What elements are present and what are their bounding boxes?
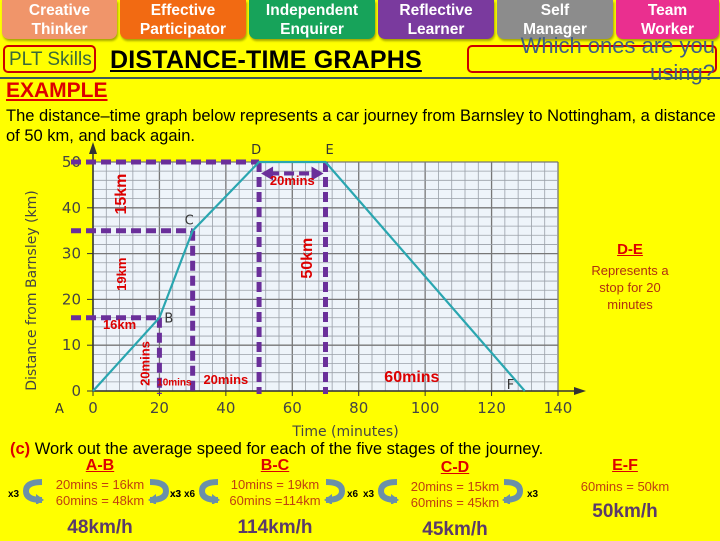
button-label: Effective — [150, 2, 216, 19]
question-number: (c) — [10, 440, 31, 458]
stage-line-1: 20mins = 15km — [410, 479, 500, 494]
x-tick-label: 20 — [150, 399, 169, 417]
title-divider — [0, 77, 720, 79]
stage-title: A-B — [85, 457, 115, 474]
x-tick-label: 40 — [216, 399, 235, 417]
stage-title: E-F — [612, 457, 638, 474]
x-tick-label: 0 — [88, 399, 98, 417]
curved-arrow-right-icon — [324, 479, 346, 504]
stage-line-1: 20mins = 16km — [55, 477, 145, 492]
button-label: Self — [540, 2, 570, 19]
page-title: DISTANCE-TIME GRAPHS — [110, 46, 422, 74]
x-tick-label: 120 — [477, 399, 506, 417]
y-tick-label: 20 — [62, 290, 81, 308]
stage-answer: 45km/h — [422, 519, 488, 540]
annotation-label: 60mins — [384, 369, 439, 386]
plt-creative-thinker-button[interactable]: Creative Thinker — [2, 0, 117, 39]
point-label-e: E — [326, 143, 334, 158]
annotation-label: 15km — [113, 174, 130, 215]
point-label-a: A — [55, 402, 64, 417]
point-label-c: C — [185, 214, 194, 229]
plt-skills-label-box: PLT Skills — [3, 45, 96, 73]
curved-arrow-left-icon — [22, 479, 44, 504]
annotation-label: 10mins — [157, 378, 192, 389]
annotation-label: 16km — [103, 317, 136, 332]
button-label: Creative — [28, 2, 91, 19]
button-label: Thinker — [31, 21, 88, 38]
multiplier-label: x3 — [170, 489, 182, 500]
x-tick-label: 140 — [544, 399, 573, 417]
de-note-title: D-E — [617, 241, 643, 258]
y-tick-label: 30 — [62, 245, 81, 263]
stage-title: C-D — [440, 459, 470, 476]
multiplier-label: x6 — [347, 489, 359, 500]
x-tick-label: 80 — [349, 399, 368, 417]
y-axis-title: Distance from Barnsley (km) — [24, 190, 40, 390]
point-label-d: D — [251, 143, 261, 158]
curved-arrow-left-icon — [377, 479, 399, 504]
stage-ef: E-F 60mins = 50km 50km/h — [565, 457, 685, 523]
button-label: Team — [647, 2, 688, 19]
y-axis-arrow-icon — [89, 142, 97, 154]
multiplier-label: x3 — [8, 489, 20, 500]
button-label: Participator — [139, 21, 227, 38]
stage-ab: A-B 20mins = 16km 60mins = 48km 48km/h — [40, 457, 160, 539]
button-label: Learner — [407, 21, 465, 38]
de-note-text: Represents a stop for 20 minutes — [591, 263, 669, 312]
stage-bc: B-C 10mins = 19km 60mins =114km 114km/h — [215, 457, 335, 539]
multiplier-label: x6 — [184, 489, 196, 500]
multiplier-label: x3 — [527, 489, 539, 500]
button-label: Independent — [265, 2, 359, 19]
example-heading: EXAMPLE — [6, 79, 108, 102]
plt-reflective-learner-button[interactable]: Reflective Learner — [378, 0, 494, 39]
plt-effective-participator-button[interactable]: Effective Participator — [120, 0, 246, 39]
y-tick-label: 10 — [62, 336, 81, 354]
plt-independent-enquirer-button[interactable]: Independent Enquirer — [249, 0, 375, 39]
x-axis-title: Time (minutes) — [291, 424, 398, 440]
stage-line-1: 10mins = 19km — [230, 477, 320, 492]
annotation-label: 19km — [114, 258, 129, 291]
question-text: Work out the average speed for each of t… — [34, 440, 544, 458]
point-label-f: F — [507, 378, 514, 393]
stage-title: B-C — [260, 457, 290, 474]
distance-time-chart: 0 20 40 60 80 100 120 14001020304050Time (minut… — [24, 142, 586, 440]
annotation-label: 20mins — [137, 341, 152, 386]
annotation-label: 50km — [299, 238, 316, 279]
x-axis-arrow-icon — [574, 387, 586, 395]
x-tick-label: 60 — [283, 399, 302, 417]
annotation-label: 20mins — [203, 372, 248, 387]
y-tick-label: 0 — [71, 382, 81, 400]
button-label: Reflective — [399, 2, 473, 19]
stage-line-1: 60mins = 50km — [580, 479, 670, 494]
stage-answer: 50km/h — [592, 501, 658, 522]
stage-answer: 114km/h — [237, 517, 313, 538]
stage-answer: 48km/h — [67, 517, 133, 538]
stage-line-2: 60mins = 45km — [410, 495, 500, 510]
multiplier-label: x3 — [363, 489, 375, 500]
de-note: D-E Represents a stop for 20 minutes — [585, 241, 675, 313]
button-label: Enquirer — [280, 21, 344, 38]
y-tick-label: 40 — [62, 199, 81, 217]
point-label-b: B — [164, 312, 173, 327]
x-tick-label: 100 — [411, 399, 440, 417]
curved-arrow-left-icon — [198, 479, 220, 504]
plt-skills-label: PLT Skills — [9, 49, 92, 70]
stage-cd: C-D 20mins = 15km 60mins = 45km 45km/h — [395, 459, 515, 541]
stage-line-2: 60mins =114km — [229, 493, 321, 508]
curved-arrow-right-icon — [148, 479, 170, 504]
stage-line-2: 60mins = 48km — [55, 493, 145, 508]
curved-arrow-right-icon — [502, 479, 524, 504]
annotation-label: 20mins — [270, 173, 315, 188]
